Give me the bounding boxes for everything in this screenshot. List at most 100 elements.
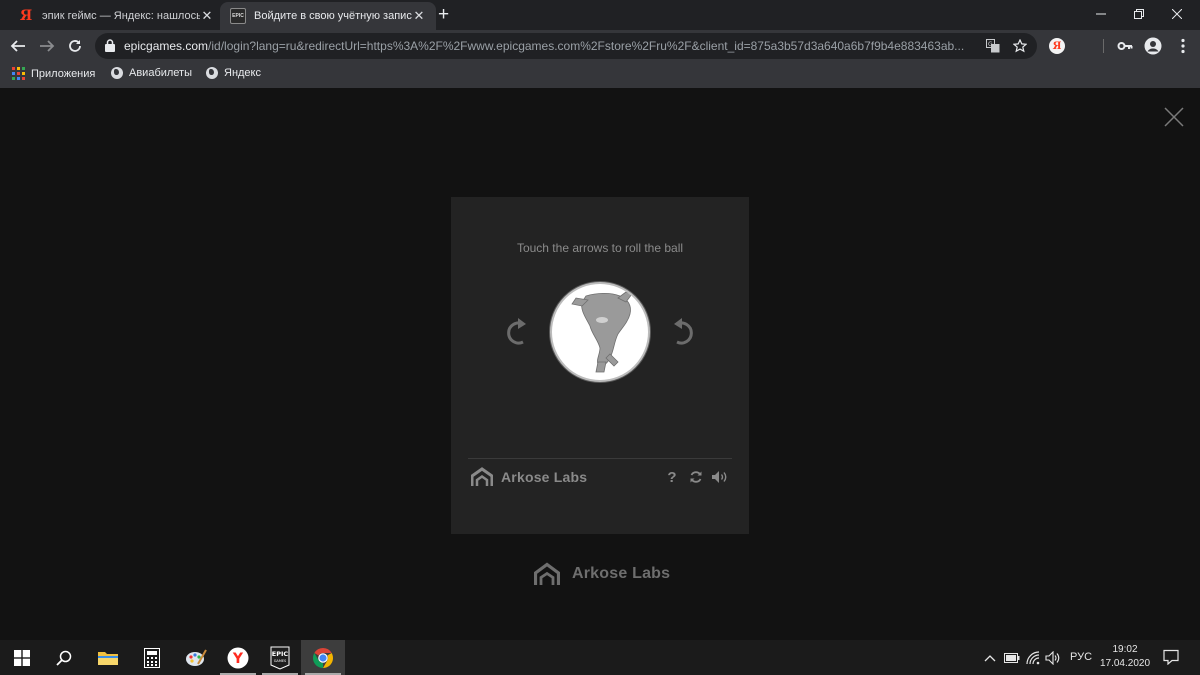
yandex-browser-button[interactable]: Y (216, 640, 260, 675)
search-button[interactable] (42, 640, 86, 675)
key-icon (1117, 42, 1133, 50)
captcha-ball-image (550, 282, 650, 382)
tab-title: Войдите в свою учётную запись (254, 10, 412, 22)
close-window-button[interactable] (1154, 0, 1200, 28)
battery-charging-icon (1004, 653, 1020, 663)
bookmark-yandex[interactable]: Яндекс (206, 67, 261, 79)
epic-logo-subtext: GAMES (274, 659, 287, 663)
input-language-indicator[interactable]: РУС (1070, 651, 1092, 663)
arkose-logo-text: Arkose Labs (501, 469, 588, 485)
chrome-button[interactable] (301, 640, 345, 675)
system-clock[interactable]: 19:02 17.04.2020 (1098, 643, 1152, 671)
page-content: Touch the arrows to roll the ball Arkose… (0, 90, 1200, 640)
arkose-logo-icon (471, 467, 493, 486)
file-explorer-button[interactable] (86, 640, 130, 675)
passwords-button[interactable] (1114, 35, 1136, 57)
yandex-letter: Y (232, 651, 244, 667)
speaker-icon (712, 471, 727, 483)
show-hidden-icons-button[interactable] (982, 650, 998, 666)
epic-logo-text: EPIC (272, 650, 289, 658)
notification-center-icon[interactable] (1163, 649, 1179, 665)
tab-yandex-search[interactable]: Я эпик геймс — Яндекс: нашлось ✕ (8, 2, 224, 30)
network-button[interactable] (1025, 650, 1041, 666)
close-icon (1172, 9, 1182, 19)
svg-text:G: G (988, 41, 993, 48)
minimize-icon (1096, 13, 1106, 15)
lock-icon[interactable] (105, 39, 115, 52)
bookmark-aviabilety[interactable]: Авиабилеты (111, 67, 192, 79)
globe-icon (111, 67, 123, 79)
arrow-right-icon (40, 40, 55, 52)
bookmark-label: Авиабилеты (129, 67, 193, 79)
url-text[interactable]: epicgames.com/id/login?lang=ru&redirectU… (124, 39, 984, 53)
volume-button[interactable] (1045, 650, 1061, 666)
apps-grid-icon (12, 67, 25, 80)
close-icon[interactable] (1163, 106, 1185, 128)
arrow-left-icon (10, 40, 25, 52)
refresh-challenge-button[interactable] (685, 467, 707, 487)
rotate-right-icon[interactable] (669, 315, 699, 349)
bookmark-apps[interactable]: Приложения (12, 67, 95, 80)
wifi-icon (1026, 651, 1040, 665)
bookmark-label: Яндекс (224, 67, 261, 79)
yandex-favicon-icon: Я (19, 8, 33, 24)
captcha-instruction: Touch the arrows to roll the ball (516, 241, 684, 255)
yandex-extension-button[interactable]: Я (1049, 38, 1065, 54)
address-bar[interactable]: epicgames.com/id/login?lang=ru&redirectU… (95, 33, 1037, 59)
new-tab-button[interactable]: + (438, 5, 449, 24)
menu-button[interactable] (1172, 35, 1194, 57)
forward-button[interactable] (36, 35, 58, 57)
paint-palette-icon (186, 649, 207, 666)
search-icon (56, 650, 72, 666)
arkose-brand-text: Arkose Labs (572, 565, 671, 582)
windows-taskbar: Y EPIC GAMES РУС 19:02 17.04.2020 (0, 640, 1200, 675)
speaker-icon (1045, 651, 1060, 665)
back-button[interactable] (7, 35, 29, 57)
epic-games-logo-icon: EPIC GAMES (270, 646, 290, 670)
battery-button[interactable] (1004, 650, 1020, 666)
tab-close-icon[interactable]: ✕ (200, 8, 214, 24)
more-vertical-icon (1181, 38, 1185, 54)
profile-button[interactable] (1142, 35, 1164, 57)
clock-date: 17.04.2020 (1099, 658, 1151, 669)
bookmark-label: Приложения (31, 67, 96, 80)
browser-tab-strip: Я эпик геймс — Яндекс: нашлось ✕ EPIC Во… (0, 0, 1200, 30)
translate-icon: G (986, 39, 1000, 53)
captcha-divider (468, 458, 732, 459)
calculator-button[interactable] (130, 640, 174, 675)
bookmark-star-button[interactable] (1011, 37, 1029, 55)
question-icon: ? (667, 468, 677, 486)
chrome-icon (313, 647, 333, 668)
toolbar-divider (1103, 39, 1104, 53)
tab-close-icon[interactable]: ✕ (412, 8, 426, 24)
start-button[interactable] (0, 640, 44, 675)
yandex-browser-icon: Y (227, 647, 249, 668)
refresh-icon (690, 471, 702, 483)
tab-title: эпик геймс — Яндекс: нашлось (42, 10, 200, 22)
rotate-left-icon[interactable] (501, 315, 531, 349)
animal-figure-icon (571, 291, 633, 373)
star-icon (1013, 39, 1027, 53)
captcha-actions: ? (661, 467, 733, 487)
epic-games-launcher-button[interactable]: EPIC GAMES (258, 640, 302, 675)
arkose-brand-footer: Arkose Labs (534, 562, 670, 586)
clock-time: 19:02 (1112, 644, 1138, 655)
arkose-logo: Arkose Labs (471, 467, 587, 487)
url-path: /id/login?lang=ru&redirectUrl=https%3A%2… (208, 39, 965, 53)
calculator-icon (144, 647, 160, 668)
translate-button[interactable]: G (984, 37, 1002, 55)
reload-button[interactable] (64, 35, 86, 57)
audio-challenge-button[interactable] (709, 467, 731, 487)
restore-icon (1134, 9, 1144, 19)
help-button[interactable]: ? (661, 467, 683, 487)
globe-icon (206, 67, 218, 79)
url-host: epicgames.com (124, 39, 209, 53)
paint-button[interactable] (174, 640, 218, 675)
epic-games-favicon-icon: EPIC (230, 8, 246, 24)
account-circle-icon (1144, 37, 1162, 55)
folder-icon (98, 651, 118, 665)
chevron-up-icon (984, 655, 996, 662)
arkose-logo-icon (534, 562, 560, 585)
tab-epic-login[interactable]: EPIC Войдите в свою учётную запись ✕ (220, 2, 436, 30)
bookmarks-bar: Приложения Авиабилеты Яндекс (0, 62, 1200, 88)
